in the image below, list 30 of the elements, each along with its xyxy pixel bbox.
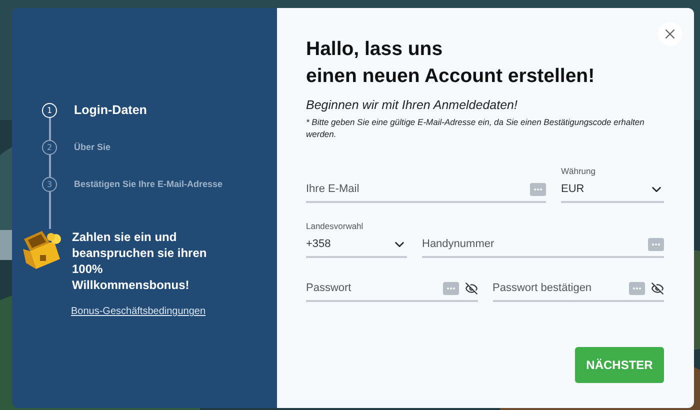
terms-link[interactable]: Bonus-Geschäftsbedingungen xyxy=(71,306,277,317)
password-field[interactable]: Passwort bestätigen xyxy=(492,276,664,302)
password-field[interactable]: Passwort xyxy=(306,276,478,302)
hide-password-icon[interactable] xyxy=(464,282,478,294)
subtitle: Beginnen wir mit Ihren Anmeldedaten! xyxy=(306,98,518,112)
step-label: Login-Daten xyxy=(74,103,147,117)
password-manager-icon[interactable] xyxy=(530,182,546,196)
text-field[interactable]: Ihre E-Mail xyxy=(306,177,546,203)
step-label: Über Sie xyxy=(74,142,111,152)
hide-password-icon[interactable] xyxy=(651,282,664,294)
bonus-text: Zahlen sie ein und beanspruchen sie ihren 100% Willkommensbonus! xyxy=(72,229,208,293)
password-manager-icon[interactable] xyxy=(629,282,645,294)
step-number: 1 xyxy=(42,102,57,118)
step-number: 3 xyxy=(42,176,57,192)
email-note: * Bitte geben Sie eine gültige E-Mail-Adresse ein, da Sie einen Bestätigungscode erhalten werden. xyxy=(306,116,646,140)
select-field[interactable]: EUR xyxy=(561,177,664,203)
text-field[interactable]: Handynummer xyxy=(422,232,664,258)
password-manager-icon[interactable] xyxy=(442,282,458,294)
field-label: Währung xyxy=(561,166,596,176)
field-label: Landesvorwahl xyxy=(306,221,364,231)
step-number: 2 xyxy=(42,140,57,154)
field-placeholder: Passwort xyxy=(306,282,352,294)
step-label: Bestätigen Sie Ihre E-Mail-Adresse xyxy=(74,179,223,189)
field-placeholder: Ihre E-Mail xyxy=(306,183,360,195)
dialog-title: Hallo, lass uns einen neuen Account erstellen! xyxy=(306,37,596,89)
close-button[interactable] xyxy=(658,22,682,46)
field-placeholder: Passwort bestätigen xyxy=(492,282,593,294)
field-placeholder: Handynummer xyxy=(422,238,496,250)
select-field[interactable]: +358 xyxy=(306,232,407,258)
password-manager-icon[interactable] xyxy=(648,238,664,250)
